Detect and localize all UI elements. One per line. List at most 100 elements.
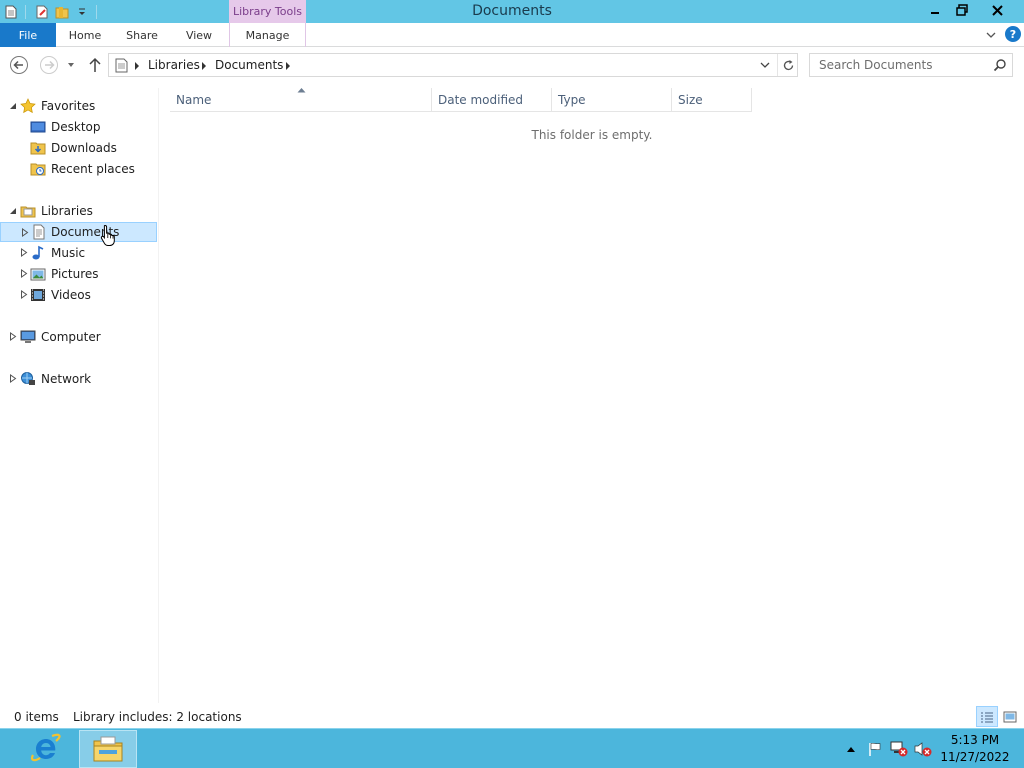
videos-library-icon bbox=[31, 289, 45, 301]
star-icon bbox=[20, 98, 36, 114]
restore-button[interactable] bbox=[948, 0, 975, 20]
tab-view[interactable]: View bbox=[170, 23, 228, 47]
network-disconnected-icon[interactable] bbox=[889, 739, 909, 759]
nav-item-downloads[interactable]: Downloads bbox=[0, 138, 157, 158]
downloads-folder-icon bbox=[30, 142, 46, 155]
clock-time: 5:13 PM bbox=[950, 733, 1000, 747]
desktop-icon bbox=[30, 121, 46, 133]
column-header-type[interactable]: Type bbox=[552, 88, 672, 112]
breadcrumb-arrow-icon[interactable] bbox=[135, 62, 139, 70]
nav-item-label: Music bbox=[51, 246, 86, 260]
minimize-button[interactable] bbox=[922, 0, 948, 20]
qat-separator bbox=[96, 4, 97, 19]
tab-file[interactable]: File bbox=[0, 23, 56, 47]
expand-arrow-icon[interactable] bbox=[9, 374, 17, 383]
system-menu-icon[interactable] bbox=[2, 3, 20, 21]
nav-item-documents[interactable]: Documents bbox=[0, 222, 157, 242]
properties-icon[interactable] bbox=[33, 3, 51, 21]
empty-folder-message: This folder is empty. bbox=[531, 128, 653, 142]
address-history-chevron-icon[interactable] bbox=[759, 59, 771, 74]
show-hidden-icons-icon[interactable] bbox=[845, 739, 857, 759]
status-bar: 0 items Library includes: 2 locations bbox=[0, 706, 1024, 728]
library-page-icon bbox=[115, 58, 129, 76]
tab-manage[interactable]: Manage bbox=[229, 23, 306, 47]
breadcrumb-arrow-icon[interactable] bbox=[202, 62, 206, 70]
library-locations-info: Library includes: 2 locations bbox=[73, 710, 242, 724]
search-box bbox=[809, 53, 1013, 77]
column-header-size[interactable]: Size bbox=[672, 88, 752, 112]
nav-network-label: Network bbox=[41, 372, 92, 386]
nav-item-pictures[interactable]: Pictures bbox=[0, 264, 157, 284]
collapse-arrow-icon[interactable] bbox=[9, 207, 17, 215]
expand-ribbon-chevron-icon[interactable] bbox=[984, 28, 998, 42]
recent-places-icon bbox=[30, 163, 46, 176]
navigation-pane: Favorites Desktop Downloads Recent place… bbox=[0, 88, 158, 703]
breadcrumb-documents[interactable]: Documents bbox=[215, 58, 283, 72]
pane-splitter[interactable] bbox=[158, 88, 159, 703]
nav-computer[interactable]: Computer bbox=[0, 327, 157, 347]
nav-item-label: Desktop bbox=[51, 120, 101, 134]
expand-arrow-icon[interactable] bbox=[20, 269, 28, 278]
search-icon[interactable] bbox=[993, 58, 1007, 75]
network-icon bbox=[21, 372, 35, 385]
new-folder-icon[interactable] bbox=[53, 3, 71, 21]
quick-access-toolbar bbox=[0, 0, 102, 23]
nav-computer-label: Computer bbox=[41, 330, 101, 344]
forward-button[interactable] bbox=[38, 54, 60, 76]
hand-cursor-icon bbox=[100, 224, 115, 246]
nav-item-label: Videos bbox=[51, 288, 91, 302]
address-bar[interactable]: Libraries Documents bbox=[108, 53, 798, 77]
file-explorer-taskbar-button[interactable] bbox=[79, 730, 137, 768]
volume-muted-icon[interactable] bbox=[913, 739, 933, 759]
back-button[interactable] bbox=[8, 54, 30, 76]
libraries-icon bbox=[20, 206, 36, 218]
nav-item-label: Downloads bbox=[51, 141, 117, 155]
refresh-button[interactable] bbox=[777, 54, 798, 76]
qat-separator bbox=[25, 4, 26, 19]
up-button[interactable] bbox=[84, 54, 106, 76]
help-icon[interactable]: ? bbox=[1005, 26, 1021, 42]
collapse-arrow-icon[interactable] bbox=[9, 102, 17, 110]
action-center-flag-icon[interactable] bbox=[865, 739, 885, 759]
search-input[interactable] bbox=[810, 54, 990, 76]
taskbar-clock[interactable]: 5:13 PM 11/27/2022 bbox=[940, 732, 1010, 766]
tab-share[interactable]: Share bbox=[114, 23, 170, 47]
expand-arrow-icon[interactable] bbox=[20, 290, 28, 299]
file-explorer-icon bbox=[93, 736, 123, 762]
item-count: 0 items bbox=[14, 710, 59, 724]
nav-libraries[interactable]: Libraries bbox=[0, 201, 157, 221]
large-icons-view-button[interactable] bbox=[999, 706, 1021, 727]
close-button[interactable] bbox=[975, 0, 1020, 20]
expand-arrow-icon[interactable] bbox=[9, 332, 17, 341]
expand-arrow-icon[interactable] bbox=[21, 228, 29, 237]
documents-library-icon bbox=[33, 224, 45, 240]
nav-item-music[interactable]: Music bbox=[0, 243, 157, 263]
clock-date: 11/27/2022 bbox=[940, 750, 1010, 764]
details-view-button[interactable] bbox=[976, 706, 998, 727]
window-title: Documents bbox=[472, 3, 552, 19]
nav-item-desktop[interactable]: Desktop bbox=[0, 117, 157, 137]
customize-qat-icon[interactable] bbox=[73, 3, 91, 21]
pictures-library-icon bbox=[30, 268, 46, 281]
nav-libraries-label: Libraries bbox=[41, 204, 93, 218]
computer-icon bbox=[20, 330, 36, 343]
breadcrumb-arrow-icon[interactable] bbox=[286, 62, 290, 70]
nav-favorites-label: Favorites bbox=[41, 99, 96, 113]
tab-home[interactable]: Home bbox=[56, 23, 114, 47]
expand-arrow-icon[interactable] bbox=[20, 248, 28, 257]
internet-explorer-taskbar-button[interactable] bbox=[17, 730, 75, 768]
nav-network[interactable]: Network bbox=[0, 369, 157, 389]
nav-favorites[interactable]: Favorites bbox=[0, 96, 157, 116]
breadcrumb-libraries[interactable]: Libraries bbox=[148, 58, 200, 72]
library-tools-context-tab: Library Tools bbox=[229, 0, 306, 23]
column-header-date-modified[interactable]: Date modified bbox=[432, 88, 552, 112]
title-bar: Library Tools Documents bbox=[0, 0, 1024, 23]
taskbar: 5:13 PM 11/27/2022 bbox=[0, 728, 1024, 768]
nav-item-recent-places[interactable]: Recent places bbox=[0, 159, 157, 179]
nav-item-videos[interactable]: Videos bbox=[0, 285, 157, 305]
recent-locations-chevron-icon[interactable] bbox=[61, 54, 81, 76]
nav-item-label: Recent places bbox=[51, 162, 135, 176]
ribbon: File Home Share View Manage bbox=[0, 23, 1024, 47]
nav-item-label: Pictures bbox=[51, 267, 99, 281]
sort-ascending-icon bbox=[297, 88, 306, 93]
